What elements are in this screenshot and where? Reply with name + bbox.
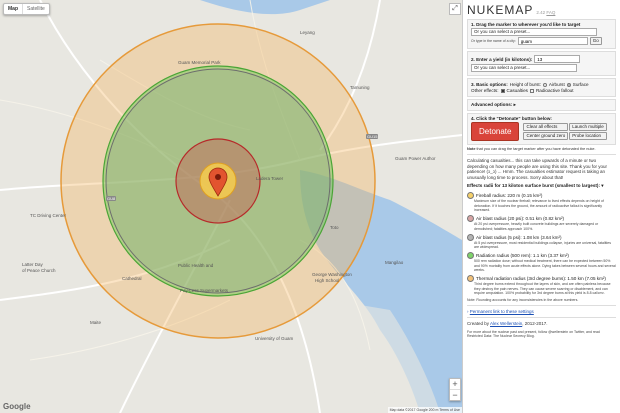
map-label: Pay-Less Supermarkets [180, 288, 229, 293]
map-label: Leyang [300, 30, 315, 35]
route-shield: GU15 [366, 134, 379, 139]
yield-input[interactable] [534, 55, 581, 63]
map-label: Guam Memorial Park [178, 60, 221, 65]
effect-description: At 5 psi overpressure, most residential … [474, 240, 611, 250]
effect-name: Fireball radius: 220 m (0.15 km²) [476, 193, 543, 199]
rounding-note: Note: Rounding accounts for any inconsis… [467, 298, 579, 303]
effect-color-icon [467, 275, 474, 283]
effect-description: Maximum size of the nuclear fireball; re… [474, 199, 604, 212]
step2-title: 2. Enter a yield (in kilotons): [471, 56, 533, 62]
effect-item: Air blast radius (5 psi): 1.08 km (3.64 … [467, 233, 616, 250]
map-label: Mangilao [385, 260, 404, 265]
effect-description: Third degree burns extend throughout the… [474, 282, 611, 295]
fallout-checkbox[interactable] [529, 88, 534, 93]
map-label: of Peace Church [22, 268, 56, 273]
preset-yield-select[interactable]: Or you can select a preset... [471, 64, 577, 72]
app-title: NUKEMAP [467, 3, 534, 17]
step3-title: 3. Basic options: [471, 82, 508, 87]
permalink-link[interactable]: Permanent link to these settings [470, 309, 534, 314]
map-label: High School [315, 278, 340, 283]
casualties-label: Casualties [506, 88, 528, 93]
google-logo: Google [3, 402, 31, 411]
zoom-out-button[interactable]: − [450, 389, 460, 400]
fullscreen-icon[interactable]: ⤢ [449, 3, 461, 15]
drag-note: Note that you can drag the target marker… [467, 147, 596, 151]
advanced-options-toggle[interactable]: Advanced options: ▸ [467, 99, 616, 111]
step4-title: 4. Click the "Detonate" button below: [471, 116, 552, 121]
step4-section: 4. Click the "Detonate" button below: De… [467, 113, 616, 145]
clear-effects-button[interactable]: Clear all effects [523, 123, 569, 131]
map-label: Public Health and [178, 263, 214, 268]
effect-color-icon [467, 192, 474, 200]
effects-list: Fireball radius: 220 m (0.15 km²) Maximu… [467, 192, 616, 295]
credits: Created by Alex Wellerstein, 2012-2017. [467, 321, 548, 327]
control-panel: NUKEMAP 2.42 FAQ 1. Drag the marker to w… [462, 0, 620, 413]
city-input[interactable] [517, 37, 588, 45]
step2-section: 2. Enter a yield (in kilotons): Or you c… [467, 51, 616, 76]
effect-name: Radiation radius (500 rem): 1.1 km (3.37… [476, 253, 569, 259]
map-label: Latter Day [22, 262, 43, 267]
zoom-in-button[interactable]: + [450, 379, 460, 389]
preset-target-select[interactable]: Or you can select a preset... [471, 28, 597, 36]
surface-label: Surface [572, 82, 589, 87]
map-attribution: Map data ©2017 Google 200 m Terms of Use [387, 407, 462, 413]
height-label: Height of burst: [509, 82, 541, 87]
launch-multiple-button[interactable]: Launch multiple [569, 123, 607, 131]
effects-heading[interactable]: Effects radii for 13 kiloton surface bur… [467, 183, 616, 189]
effect-item: Air blast radius (20 psi): 0.51 km (0.82… [467, 215, 616, 231]
effect-name: Thermal radiation radius (3rd degree bur… [476, 276, 606, 282]
calculating-message: Calculating casualties... this can take … [467, 158, 608, 180]
map-label: Maite [90, 320, 102, 325]
other-effects-label: Other effects: [471, 88, 499, 93]
map-canvas[interactable] [0, 0, 462, 413]
zoom-control[interactable]: + − [449, 378, 461, 401]
effect-item: Fireball radius: 220 m (0.15 km²) Maximu… [467, 192, 616, 212]
more-info: For more about the nuclear past and pres… [467, 329, 600, 339]
map-label: TC Driving Center [30, 213, 67, 218]
go-button[interactable]: Go [589, 37, 602, 45]
airburst-label: Airburst [548, 82, 565, 87]
casualties-checkbox[interactable] [500, 88, 505, 93]
map-label: Ladera Tower [256, 176, 284, 181]
step1-title: 1. Drag the marker to wherever you'd lik… [471, 22, 581, 27]
map-label: Guam Power Author [395, 156, 436, 161]
step1-section: 1. Drag the marker to wherever you'd lik… [467, 19, 616, 49]
effect-color-icon [467, 252, 474, 260]
probe-location-button[interactable]: Probe location [569, 132, 607, 140]
faq-link[interactable]: FAQ [546, 10, 555, 15]
center-ground-zero-button[interactable]: Center ground zero [523, 132, 569, 140]
effect-color-icon [467, 215, 474, 223]
map-label: Tamuning [350, 85, 370, 90]
map-label: University of Guam [255, 336, 294, 341]
detonate-button[interactable]: Detonate [471, 122, 520, 141]
step3-section: 3. Basic options: Height of burst: Airbu… [467, 78, 616, 97]
effect-item: Thermal radiation radius (3rd degree bur… [467, 275, 616, 295]
map-view[interactable]: Map Satellite ⤢ Guam Memorial Park Leyan… [0, 0, 462, 413]
author-link[interactable]: Alex Wellerstein [490, 321, 522, 326]
effect-name: Air blast radius (20 psi): 0.51 km (0.82… [476, 216, 565, 222]
chevron-right-icon: › [467, 308, 469, 314]
map-type-toggle[interactable]: Map Satellite [3, 3, 50, 15]
route-shield: GU8 [106, 196, 117, 201]
map-type-satellite-button[interactable]: Satellite [22, 4, 49, 14]
airburst-radio[interactable] [542, 82, 547, 87]
map-label: Cathedral [122, 276, 142, 281]
effect-item: Radiation radius (500 rem): 1.1 km (3.37… [467, 252, 616, 272]
fallout-label: Radioactive fallout [535, 88, 574, 93]
map-type-map-button[interactable]: Map [4, 4, 22, 14]
surface-radio[interactable] [566, 82, 571, 87]
version-label: 2.42 [536, 10, 546, 15]
map-label: George Washington [312, 272, 352, 277]
effect-description: 500 rem radiation dose; without medical … [474, 259, 616, 273]
effect-color-icon [467, 233, 474, 241]
map-label: Toto [330, 225, 339, 230]
panel-header: NUKEMAP 2.42 FAQ [467, 3, 616, 17]
city-label: Or type in the name of a city: [471, 38, 516, 43]
effect-name: Air blast radius (5 psi): 1.08 km (3.64 … [476, 234, 562, 240]
effect-description: At 20 psi overpressure, heavily built co… [474, 222, 599, 231]
